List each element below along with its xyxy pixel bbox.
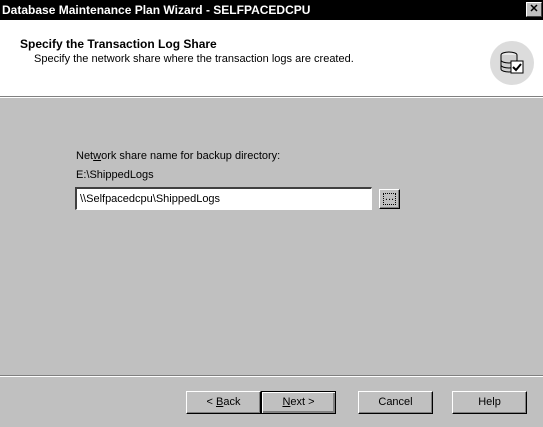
database-check-icon (500, 51, 524, 74)
next-button[interactable]: Next > (261, 391, 336, 414)
close-icon: ✕ (529, 3, 539, 15)
cancel-button[interactable]: Cancel (358, 391, 433, 414)
title-bar: Database Maintenance Plan Wizard - SELFP… (0, 0, 543, 20)
back-button[interactable]: < Back (186, 391, 261, 414)
window-title: Database Maintenance Plan Wizard - SELFP… (2, 3, 311, 17)
close-button[interactable]: ✕ (526, 2, 542, 17)
page-title: Specify the Transaction Log Share (20, 37, 217, 51)
share-field-label: Network share name for backup directory: (76, 150, 281, 162)
footer-divider (0, 375, 543, 377)
network-share-input[interactable] (75, 187, 372, 210)
help-button[interactable]: Help (452, 391, 527, 414)
wizard-header: Specify the Transaction Log Share Specif… (0, 20, 543, 96)
header-divider (0, 96, 543, 98)
browse-button[interactable]: ... (379, 189, 400, 209)
header-icon-badge (490, 41, 534, 85)
page-subtitle: Specify the network share where the tran… (34, 53, 354, 65)
wizard-window: Database Maintenance Plan Wizard - SELFP… (0, 0, 543, 427)
backup-directory-path: E:\ShippedLogs (76, 169, 154, 181)
mnemonic-w: w (93, 150, 102, 162)
